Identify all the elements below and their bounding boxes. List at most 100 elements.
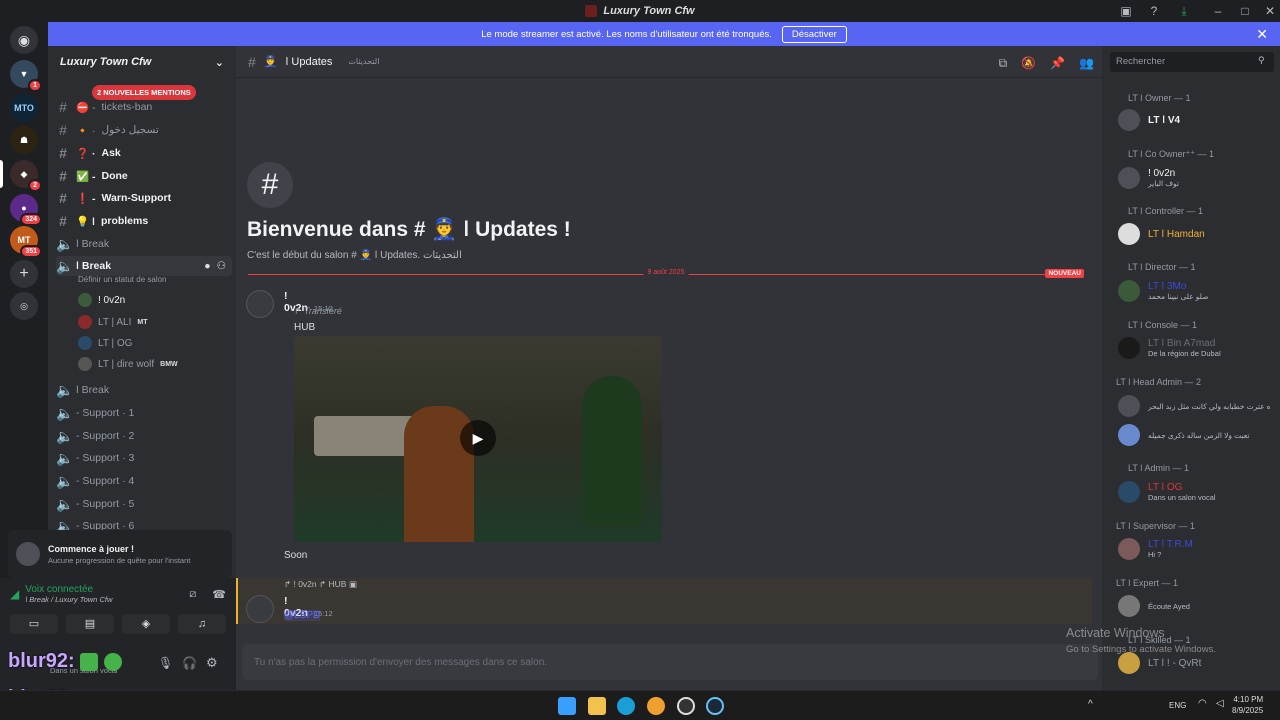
member[interactable]: LT ǀ Hamdan (1118, 221, 1205, 247)
voice-user[interactable]: LT | OG (78, 334, 132, 352)
streamer-mode-banner: Le mode streamer est activé. Les noms d'… (48, 22, 1280, 46)
server-icon-3[interactable]: ☗ (10, 126, 38, 154)
channel-tickets-ban[interactable]: # ⛔ - tickets-ban (56, 97, 232, 117)
screen-share-icon[interactable]: ▤ (66, 614, 114, 634)
discord-taskbar-icon[interactable] (647, 697, 665, 715)
disable-streamer-button[interactable]: Désactiver (781, 25, 847, 43)
wifi-icon[interactable]: ◠ (1198, 698, 1207, 709)
active-server-pill (0, 160, 3, 188)
tray-chevron-icon[interactable]: ^ (1088, 699, 1093, 710)
app-taskbar-icon[interactable] (677, 697, 695, 715)
windows-start-icon[interactable] (558, 697, 576, 715)
clock[interactable]: 4:10 PM 8/9/2025 (1232, 694, 1263, 716)
member[interactable]: LT ǀ Bin A7mad De la région de Dubaï (1118, 335, 1221, 361)
avatar (78, 336, 92, 350)
close-window-icon[interactable]: ✕ (1262, 3, 1278, 19)
channel-warn-support[interactable]: # ❗ - Warn-Support (56, 188, 232, 208)
member[interactable]: ه عترت خطبابه ولي كانت مثل زبد البحر (1118, 393, 1271, 419)
channel-done[interactable]: # ✅ - Done (56, 166, 232, 186)
voice-user[interactable]: ǃ 0v2n (78, 291, 125, 309)
voice-channel-support-2[interactable]: 🔈 - Support · 2 (56, 426, 232, 446)
help-icon[interactable]: ? (1146, 3, 1162, 19)
member[interactable]: تعبت ولا الزمن ساله ذكرى جميله (1118, 422, 1249, 448)
member[interactable]: Écoute Ayed (1118, 593, 1190, 619)
camera-icon[interactable]: ▭ (10, 614, 58, 634)
activity-icon[interactable]: ◈ (122, 614, 170, 634)
avatar (1118, 395, 1140, 417)
forwarded-label: ↱ Transféré (294, 306, 342, 316)
member-list-icon[interactable]: 👥 (1079, 56, 1094, 71)
message-input[interactable]: Tu n'as pas la permission d'envoyer des … (242, 644, 1098, 680)
channel-ask[interactable]: # ❓ · Ask (56, 143, 232, 163)
channel-register[interactable]: # 🔸 · تسجيل دخول (56, 120, 232, 140)
server-icon-2[interactable]: MTO (10, 94, 38, 122)
member-group-header: LT ǀ Admin — 1 (1128, 463, 1190, 473)
voice-status-placeholder[interactable]: Définir un statut de salon (78, 275, 167, 284)
add-member-icon[interactable]: ⚇ (217, 260, 226, 272)
hash-icon: # (247, 162, 293, 208)
server-icon-1[interactable]: ▼ 1 (10, 60, 42, 92)
avatar[interactable] (246, 595, 274, 623)
voice-channel-support-3[interactable]: 🔈 - Support · 3 (56, 448, 232, 468)
soundboard-icon[interactable]: ♫ (178, 614, 226, 634)
file-explorer-icon[interactable] (588, 697, 606, 715)
server-icon-5[interactable]: ● 324 (10, 194, 42, 226)
threads-icon[interactable]: ⧉ (999, 56, 1008, 71)
member[interactable]: LT ǀ V4 (1118, 107, 1180, 133)
server-header[interactable]: Luxury Town Cfw ⌄ (48, 46, 236, 78)
member[interactable]: LT ǀ T.R.M Hi ? (1118, 536, 1193, 562)
quest-card[interactable]: Commence à jouer ! Aucune progression de… (8, 530, 232, 578)
voice-location[interactable]: ǀ Break / Luxury Town Cfw (25, 595, 112, 604)
pin-icon[interactable]: 📌 (1050, 56, 1065, 71)
member-name: LT ǀ T.R.M (1148, 539, 1193, 550)
server-icon-6[interactable]: MT 351 (10, 226, 42, 258)
minimize-icon[interactable]: – (1210, 3, 1226, 19)
voice-channel-support-5[interactable]: 🔈 - Support · 5 (56, 494, 232, 514)
close-banner-icon[interactable]: ✕ (1256, 26, 1268, 43)
disconnect-icon[interactable]: ☎ (212, 588, 226, 601)
police-emoji-icon: 👮 (263, 56, 278, 68)
voice-channel-break[interactable]: 🔈 ǀ Break (56, 234, 232, 254)
avatar[interactable] (246, 290, 274, 318)
avatar (1118, 481, 1140, 503)
microphone-icon[interactable]: 🎙 (158, 656, 173, 670)
mention-link[interactable]: @LSPD (284, 610, 321, 621)
channel-topic[interactable]: التحديثات (348, 57, 379, 66)
language-indicator[interactable]: ENG (1169, 701, 1186, 710)
download-icon[interactable]: ⤓ (1176, 3, 1192, 19)
voice-user[interactable]: LT | ALI MT (78, 313, 147, 331)
voice-channel-break-2[interactable]: 🔈 ǀ Break (56, 380, 232, 400)
member-group-header: LT ǀ Supervisor — 1 (1116, 521, 1196, 531)
voice-channel-support-1[interactable]: 🔈 - Support · 1 (56, 403, 232, 423)
reply-preview[interactable]: ↱ ǃ 0v2n ↱ HUB ▣ (284, 579, 357, 590)
member[interactable]: ǃ 0v2n توف الباير (1118, 165, 1179, 191)
add-server-icon[interactable]: + (10, 260, 38, 288)
search-input[interactable]: Rechercher (1110, 52, 1274, 72)
explore-icon[interactable]: ◎ (10, 292, 38, 320)
channel-problems[interactable]: # 💡 ǀ problems (56, 211, 232, 231)
chat-bubble-icon[interactable]: ● (204, 260, 210, 272)
settings-gear-icon[interactable]: ⚙ (206, 655, 218, 671)
headphones-icon[interactable]: 🎧 (182, 656, 197, 670)
member[interactable]: LT ǀ 3Mo صلو على نبينا محمد (1118, 278, 1208, 304)
activate-windows-watermark: Activate Windows Go to Settings to activa… (1066, 626, 1216, 657)
maximize-icon[interactable]: □ (1237, 3, 1253, 19)
home-button[interactable]: ◉ (10, 26, 38, 54)
server-icon-4[interactable]: ◆ 2 (10, 160, 42, 192)
play-icon[interactable]: ▶ (460, 420, 496, 456)
video-embed[interactable]: ▶ (294, 336, 662, 542)
voice-user[interactable]: LT | dire wolf BMW (78, 355, 178, 373)
member-group-header: LT ǀ Co Owner⁺⁺ — 1 (1128, 149, 1215, 159)
edge-icon[interactable] (617, 697, 635, 715)
mute-bell-icon[interactable]: 🔕 (1021, 56, 1036, 71)
voice-channel-support-4[interactable]: 🔈 - Support · 4 (56, 471, 232, 491)
voice-channel-break-active[interactable]: 🔈 ǀ Break ● ⚇ (56, 256, 232, 276)
volume-icon[interactable]: ◁ (1216, 698, 1224, 709)
inbox-icon[interactable]: ▣ (1118, 3, 1134, 19)
member[interactable]: LT ǀ OG Dans un salon vocal (1118, 479, 1216, 505)
hash-icon: # (59, 122, 67, 138)
voice-connected-status[interactable]: Voix connectée (25, 584, 112, 595)
noise-suppression-icon[interactable]: ⧄ (189, 588, 196, 601)
quest-title: Commence à jouer ! (48, 543, 135, 554)
steam-icon[interactable] (706, 697, 724, 715)
